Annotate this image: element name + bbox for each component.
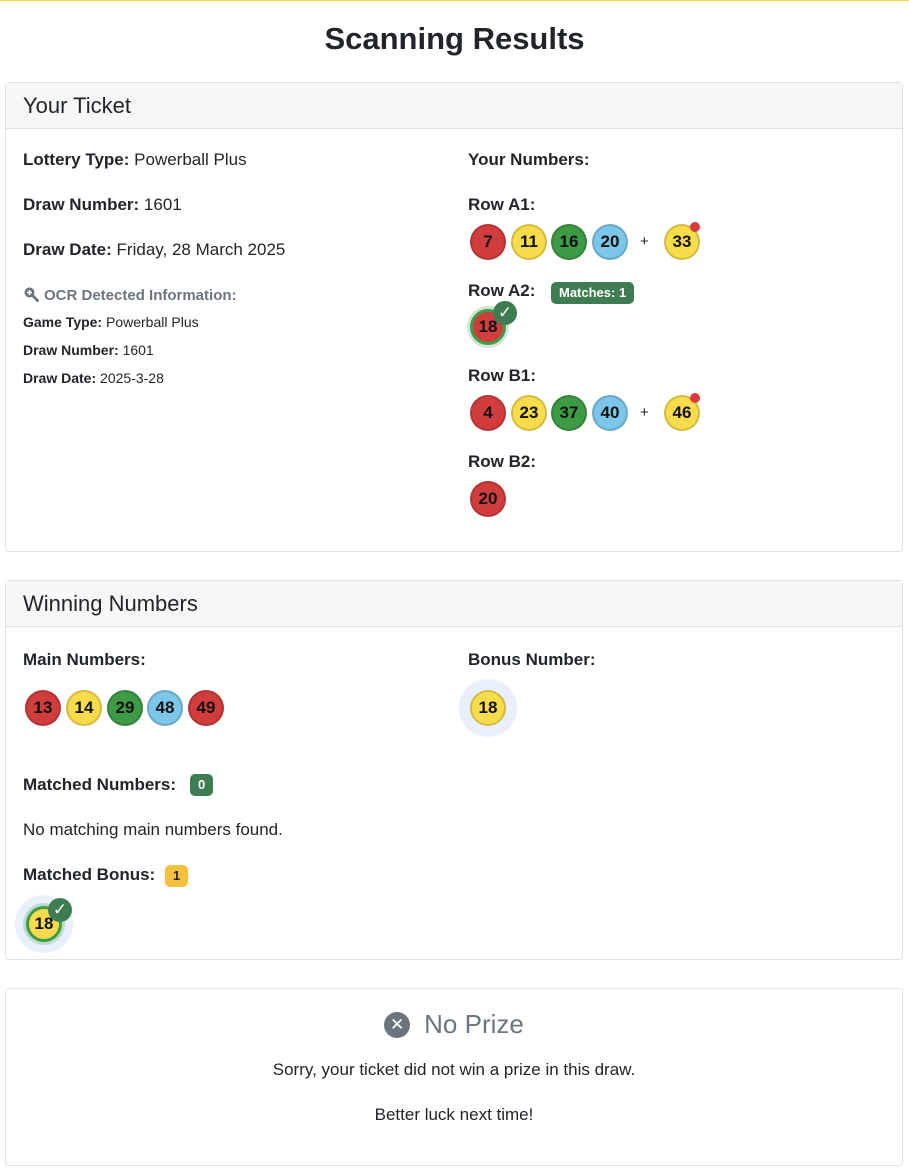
ball: 23 — [511, 395, 547, 431]
close-circle-icon: ✕ — [384, 1012, 411, 1038]
lottery-type-field: Lottery Type: Powerball Plus — [23, 150, 247, 170]
ball: 11 — [511, 224, 547, 260]
checkmark-icon: ✓ — [48, 898, 72, 922]
matches-badge: Matches: 1 — [551, 282, 635, 304]
page-title: Scanning Results — [324, 21, 585, 56]
winning-ball: 48 — [147, 690, 183, 726]
winning-card-header: Winning Numbers — [6, 581, 902, 627]
ocr-draw-number: Draw Number: 1601 — [23, 342, 154, 358]
no-prize-title: No Prize — [424, 1009, 524, 1039]
plus-sign: + — [640, 404, 649, 421]
magnify-plus-icon — [24, 287, 39, 302]
ball: 20 — [470, 481, 506, 517]
ball: 4 — [470, 395, 506, 431]
row-a1-label: Row A1: — [468, 195, 536, 214]
matched-bonus-label: Matched Bonus: — [23, 865, 156, 884]
winning-ball: 13 — [25, 690, 61, 726]
lottery-type-value: Powerball Plus — [134, 150, 247, 169]
matched-numbers-label: Matched Numbers: — [23, 775, 177, 794]
ocr-draw-date: Draw Date: 2025-3-28 — [23, 370, 164, 386]
result-card: ✕ No Prize Sorry, your ticket did not win… — [5, 988, 903, 1166]
your-numbers-label: Your Numbers: — [468, 150, 590, 169]
ticket-card-header: Your Ticket — [6, 83, 902, 129]
ball: 40 — [592, 395, 628, 431]
matched-bonus-count-badge: 1 — [165, 865, 189, 887]
checkmark-icon: ✓ — [493, 301, 517, 325]
bonus-number-label: Bonus Number: — [468, 650, 596, 669]
better-luck-message: Better luck next time! — [374, 1105, 534, 1124]
ocr-game-type: Game Type: Powerball Plus — [23, 314, 199, 330]
draw-date-label: Draw Date: — [23, 240, 112, 259]
no-prize-message: Sorry, your ticket did not win a prize i… — [272, 1060, 636, 1079]
winning-bonus-ball: 18 — [470, 690, 506, 726]
ball: 20 — [592, 224, 628, 260]
draw-date-field: Draw Date: Friday, 28 March 2025 — [23, 240, 285, 260]
ocr-draw-date-label: Draw Date: — [23, 370, 97, 386]
plus-sign: + — [640, 233, 649, 250]
winning-ball: 14 — [66, 690, 102, 726]
draw-number-field: Draw Number: 1601 — [23, 195, 182, 215]
draw-number-label: Draw Number: — [23, 195, 140, 214]
ocr-title-text: OCR Detected Information: — [44, 287, 237, 304]
main-numbers-label: Main Numbers: — [23, 650, 146, 669]
row-b1-label: Row B1: — [468, 366, 536, 385]
bonus-indicator-dot — [690, 393, 700, 403]
bonus-indicator-dot — [690, 222, 700, 232]
ocr-game-type-value: Powerball Plus — [106, 314, 199, 330]
winning-numbers-card: Winning Numbers Main Numbers: 13 14 29 4… — [5, 580, 903, 960]
no-match-text: No matching main numbers found. — [23, 820, 283, 839]
ocr-draw-number-label: Draw Number: — [23, 342, 119, 358]
row-a2-label: Row A2: — [468, 281, 536, 300]
ball: 16 — [551, 224, 587, 260]
row-b2-label: Row B2: — [468, 452, 536, 471]
no-prize-heading: ✕ No Prize — [6, 1009, 902, 1040]
draw-date-value: Friday, 28 March 2025 — [116, 240, 286, 259]
ball: 37 — [551, 395, 587, 431]
ocr-draw-date-value: 2025-3-28 — [100, 370, 164, 386]
ticket-card: Your Ticket Lottery Type: Powerball Plus… — [5, 82, 903, 552]
matched-numbers-count-badge: 0 — [190, 774, 214, 796]
winning-ball: 49 — [188, 690, 224, 726]
ocr-draw-number-value: 1601 — [122, 342, 154, 358]
ocr-section-title: OCR Detected Information: — [23, 286, 237, 304]
lottery-type-label: Lottery Type: — [23, 150, 130, 169]
draw-number-value: 1601 — [143, 195, 182, 214]
ball: 7 — [470, 224, 506, 260]
ocr-game-type-label: Game Type: — [23, 314, 103, 330]
winning-ball: 29 — [107, 690, 143, 726]
